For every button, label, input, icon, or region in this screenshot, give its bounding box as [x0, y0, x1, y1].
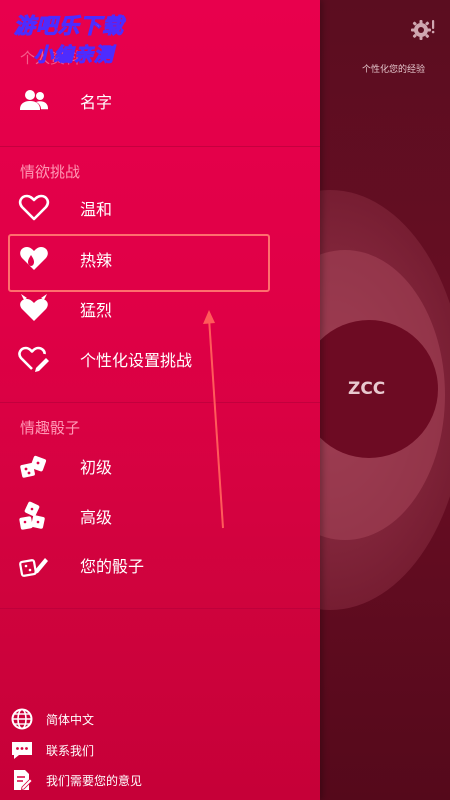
menu-item-fierce[interactable]: 猛烈: [0, 286, 320, 332]
footer-label: 我们需要您的意见: [46, 774, 143, 788]
divider: [0, 146, 320, 147]
document-pencil-icon: [10, 768, 34, 792]
watermark-line1: 游吧乐下载: [14, 14, 124, 39]
devil-heart-icon: [18, 293, 50, 325]
section-label-passion: 情欲挑战: [20, 163, 81, 181]
globe-icon: [10, 707, 34, 731]
chat-icon: [10, 738, 34, 762]
menu-item-contact[interactable]: 联系我们: [0, 738, 320, 764]
personalize-hint: 个性化您的经验: [362, 65, 426, 75]
section-label-dice: 情趣骰子: [20, 419, 81, 437]
divider: [0, 608, 320, 609]
heart-outline-icon: [18, 192, 50, 224]
users-icon: [18, 85, 50, 117]
heart-pencil-icon: [18, 343, 50, 375]
navigation-drawer: 个人资料 名字 情欲挑战 温和 热辣 猛烈 个性化设置挑战 情趣骰子 初级 高级…: [0, 0, 320, 800]
menu-item-advanced[interactable]: 高级: [0, 493, 320, 539]
menu-item-label: 猛烈: [80, 301, 113, 320]
menu-item-label: 温和: [80, 200, 113, 219]
menu-item-beginner[interactable]: 初级: [0, 443, 320, 489]
menu-item-label: 高级: [80, 508, 113, 527]
menu-item-your-dice[interactable]: 您的骰子: [0, 542, 320, 588]
watermark-line2: 小编亲测: [33, 44, 115, 67]
divider: [0, 402, 320, 403]
settings-gear-icon[interactable]: [410, 17, 436, 43]
dice-stack-icon: [18, 500, 50, 532]
dice-icon: [18, 450, 50, 482]
menu-item-label: 名字: [80, 93, 113, 112]
menu-item-feedback[interactable]: 我们需要您的意见: [0, 768, 320, 794]
menu-item-label: 您的骰子: [80, 557, 145, 576]
menu-item-name[interactable]: 名字: [0, 78, 320, 124]
menu-item-custom-challenge[interactable]: 个性化设置挑战: [0, 336, 320, 382]
footer-label: 简体中文: [46, 713, 95, 727]
highlight-box: [8, 234, 270, 292]
center-circle-label: ZCC: [348, 379, 386, 399]
watermark-logo: 游吧乐下载 小编亲测: [14, 10, 164, 72]
menu-item-mild[interactable]: 温和: [0, 185, 320, 231]
footer-label: 联系我们: [46, 744, 95, 758]
menu-item-label: 个性化设置挑战: [80, 351, 193, 370]
dice-pencil-icon: [18, 549, 50, 581]
menu-item-language[interactable]: 简体中文: [0, 707, 320, 733]
menu-item-label: 初级: [80, 458, 113, 477]
